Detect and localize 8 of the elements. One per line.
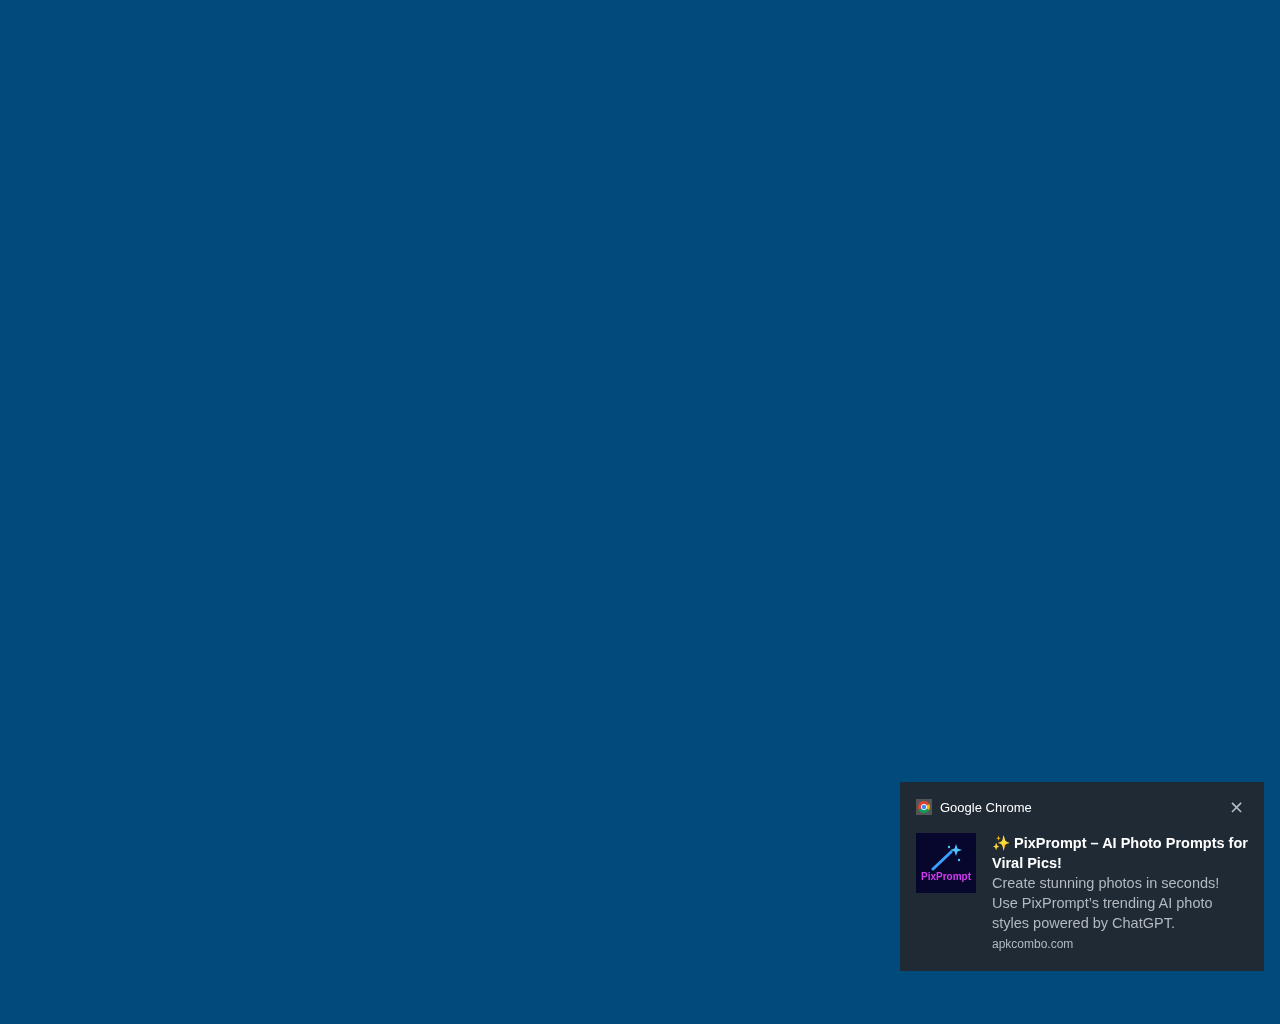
notification-source: apkcombo.com (992, 937, 1075, 951)
notification-title: ✨ PixPrompt – AI Photo Prompts for Viral Pics! (992, 834, 1248, 873)
close-button[interactable]: × (1224, 799, 1248, 815)
app-name: Google Chrome (940, 799, 1033, 815)
logo-text: PixPrompt (921, 871, 971, 883)
notification-body: Create stunning photos in seconds! Use PixPrompt’s trending AI photo styles powered by ChatGPT. (992, 874, 1221, 933)
magic-wand-icon (929, 843, 963, 871)
chrome-icon (916, 799, 932, 815)
